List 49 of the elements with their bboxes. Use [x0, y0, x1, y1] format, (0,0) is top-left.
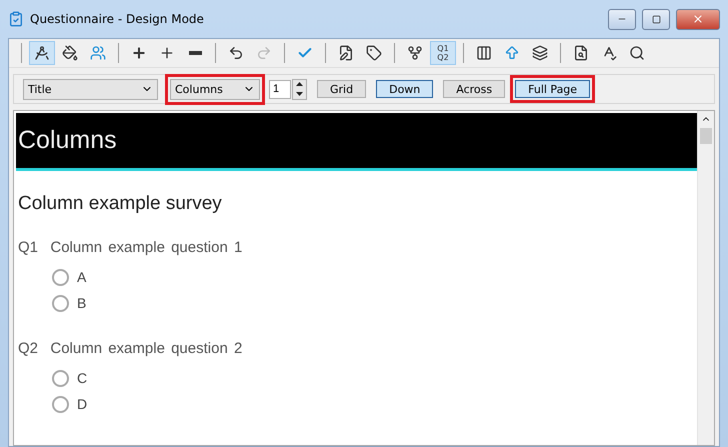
clipboard-check-icon: [8, 11, 24, 27]
numbering-button[interactable]: Q1 Q2: [430, 41, 456, 65]
up-arrow-icon: [296, 82, 303, 86]
search-icon: [629, 45, 645, 61]
plus-icon: [159, 45, 175, 61]
scrollbar[interactable]: [697, 111, 714, 445]
close-button[interactable]: [676, 8, 720, 30]
undo-icon: [228, 45, 244, 61]
tag-icon: [366, 45, 382, 61]
maximize-button[interactable]: [642, 8, 670, 30]
close-icon: [692, 13, 704, 25]
option-label: C: [77, 370, 88, 386]
radio-button[interactable]: [52, 396, 69, 412]
drafting-compass-button[interactable]: [29, 41, 55, 65]
style-dropdown[interactable]: Title: [23, 78, 158, 100]
layout-button[interactable]: Across: [443, 80, 506, 98]
option-label: B: [77, 295, 86, 311]
redo-icon: [256, 45, 272, 61]
radio-button[interactable]: [52, 294, 69, 312]
branch-icon: [407, 45, 423, 61]
radio-button[interactable]: [52, 268, 69, 286]
scroll-thumb[interactable]: [700, 128, 712, 144]
spin-buttons[interactable]: [292, 78, 307, 100]
minus-icon: [188, 51, 202, 55]
question-text: Q2 Column example question 2: [18, 340, 244, 357]
radio-button[interactable]: [52, 370, 69, 386]
option-label: A: [77, 269, 86, 285]
layout-button[interactable]: Grid: [317, 80, 366, 98]
columns-icon: [476, 45, 492, 61]
document-search-icon: [573, 45, 589, 61]
down-arrow-icon: [296, 92, 303, 96]
upload-icon: [504, 45, 520, 61]
paint-bucket-icon: [62, 45, 78, 61]
document-edit-icon: [338, 45, 354, 61]
layers-icon: [532, 45, 548, 61]
plus-icon: [131, 45, 147, 61]
question-text: Q1 Column example question 1: [18, 239, 244, 256]
layout-button[interactable]: Full Page: [515, 80, 590, 98]
survey-title: Column example survey: [18, 193, 223, 215]
layout-dropdown[interactable]: Columns: [170, 78, 260, 100]
column-count-field[interactable]: 1: [269, 80, 291, 98]
window-title: Questionnaire - Design Mode: [30, 12, 205, 26]
people-icon: [90, 45, 106, 61]
option-label: D: [77, 396, 88, 412]
minimize-button[interactable]: [608, 8, 636, 30]
page-header: Columns: [16, 113, 697, 171]
drafting-compass-icon: [34, 45, 50, 61]
maximize-icon: [652, 14, 660, 24]
layout-button[interactable]: Down: [376, 80, 434, 98]
